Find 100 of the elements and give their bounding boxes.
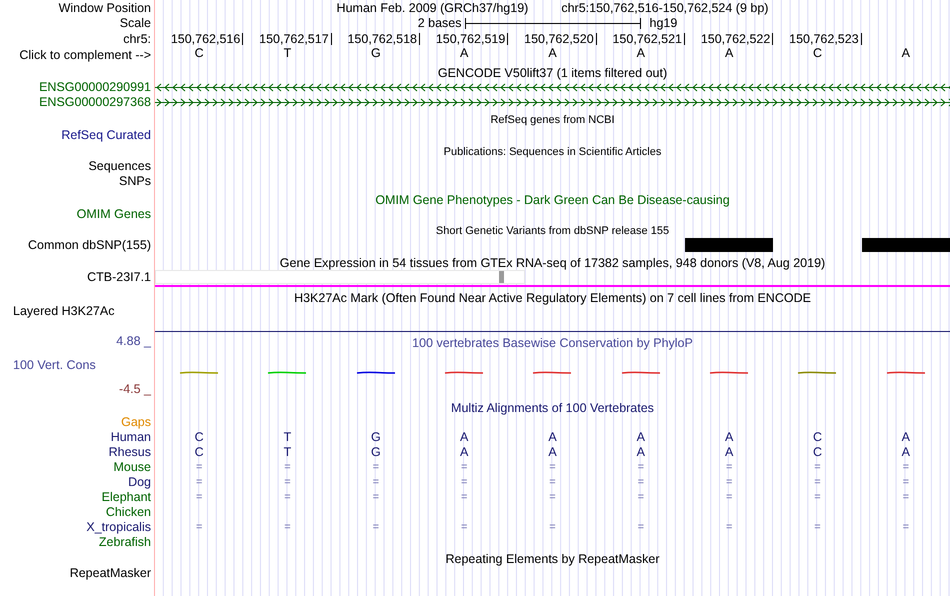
match-mark: = bbox=[284, 462, 291, 473]
match-mark: = bbox=[638, 522, 644, 533]
match-mark: = bbox=[372, 492, 380, 503]
match-mark: = bbox=[902, 522, 910, 533]
match-mark: = bbox=[196, 477, 202, 488]
track-label[interactable]: Common dbSNP(155) bbox=[28, 239, 151, 252]
conservation-wiggle-icon bbox=[444, 371, 484, 375]
track-title: H3K27Ac Mark (Often Found Near Active Regulatory Elements) on 7 cell lines from ENCODE bbox=[294, 292, 811, 304]
base-letter[interactable]: A bbox=[548, 47, 557, 60]
track-label[interactable]: Sequences bbox=[88, 160, 151, 173]
track-title: 100 vertebrates Basewise Conservation by PhyloP bbox=[412, 336, 693, 349]
assembly-title: Human Feb. 2009 (GRCh37/hg19) bbox=[336, 2, 528, 14]
track-label[interactable]: Zebrafish bbox=[98, 536, 151, 549]
match-mark: = bbox=[638, 462, 644, 473]
track-label[interactable]: ENSG00000290991 bbox=[39, 81, 151, 94]
match-mark: = bbox=[549, 492, 556, 503]
match-mark: = bbox=[196, 492, 202, 503]
ruler-position: 150,762,518 bbox=[347, 32, 417, 46]
expression-mark bbox=[499, 271, 504, 283]
variant-bar[interactable] bbox=[685, 238, 774, 252]
tick-mark bbox=[684, 33, 685, 45]
track-label[interactable]: X_tropicalis bbox=[86, 521, 151, 534]
track-label[interactable]: Click to complement --> bbox=[19, 49, 151, 62]
tick-mark bbox=[330, 33, 332, 45]
match-mark: = bbox=[726, 477, 732, 488]
base-letter: A bbox=[902, 431, 910, 444]
ruler-position: 150,762,522 bbox=[700, 32, 770, 46]
base-letter: A bbox=[902, 446, 910, 459]
base-letter: T bbox=[284, 431, 292, 444]
base-letter[interactable]: G bbox=[370, 47, 381, 60]
track-label[interactable]: Elephant bbox=[102, 491, 151, 504]
match-mark: = bbox=[638, 477, 644, 488]
track-label[interactable]: RepeatMasker bbox=[70, 567, 151, 580]
conservation-wiggle-icon bbox=[797, 371, 838, 375]
match-mark: = bbox=[460, 492, 468, 503]
track-label[interactable]: ENSG00000297368 bbox=[39, 96, 151, 109]
base-letter: A bbox=[636, 446, 645, 459]
base-letter[interactable]: A bbox=[724, 47, 734, 60]
track-label[interactable]: Rhesus bbox=[108, 446, 151, 459]
ruler-position: 150,762,517 bbox=[259, 32, 329, 46]
ruler-position: 150,762,523 bbox=[789, 32, 859, 46]
track-title: RefSeq genes from NCBI bbox=[490, 115, 615, 126]
track-title: Multiz Alignments of 100 Vertebrates bbox=[451, 402, 654, 414]
base-letter: A bbox=[460, 431, 468, 444]
track-label[interactable]: Layered H3K27Ac bbox=[13, 305, 114, 318]
base-letter[interactable]: A bbox=[636, 47, 645, 60]
conservation-wiggle-icon bbox=[620, 371, 661, 375]
match-mark: = bbox=[726, 492, 732, 503]
track-label[interactable]: -4.5 _ bbox=[119, 383, 151, 396]
base-letter[interactable]: A bbox=[460, 47, 468, 60]
match-mark: = bbox=[902, 462, 910, 473]
base-letter: G bbox=[370, 446, 381, 459]
expression-bar[interactable] bbox=[155, 270, 525, 284]
track-label[interactable]: OMIM Genes bbox=[76, 208, 151, 221]
match-mark: = bbox=[726, 522, 732, 533]
track-label[interactable]: CTB-23I7.1 bbox=[87, 271, 151, 284]
base-letter[interactable]: C bbox=[194, 47, 204, 60]
match-mark: = bbox=[284, 492, 291, 503]
base-letter[interactable]: T bbox=[284, 47, 292, 60]
base-letter: T bbox=[284, 446, 292, 459]
base-letter: A bbox=[548, 446, 557, 459]
track-label[interactable]: 4.88 _ bbox=[116, 334, 151, 348]
track-label[interactable]: Human bbox=[110, 431, 151, 444]
track-label[interactable]: 100 Vert. Cons bbox=[13, 358, 96, 372]
conservation-wiggle-icon bbox=[886, 371, 926, 375]
match-mark: = bbox=[372, 462, 380, 473]
match-mark: = bbox=[814, 522, 821, 533]
track-label[interactable]: Window Position bbox=[58, 2, 151, 14]
base-letter: C bbox=[812, 446, 822, 459]
track-title: OMIM Gene Phenotypes - Dark Green Can Be Disease-causing bbox=[375, 194, 730, 206]
match-mark: = bbox=[196, 522, 202, 533]
track-label[interactable]: Mouse bbox=[113, 461, 151, 474]
base-letter: A bbox=[548, 431, 557, 444]
tick-mark bbox=[772, 33, 774, 45]
base-letter[interactable]: C bbox=[812, 47, 822, 60]
base-letter: A bbox=[460, 446, 468, 459]
track-label[interactable]: SNPs bbox=[119, 175, 151, 188]
match-mark: = bbox=[814, 462, 821, 473]
track-label[interactable]: chr5: bbox=[123, 32, 151, 46]
track-label[interactable]: Scale bbox=[120, 17, 151, 30]
match-mark: = bbox=[814, 477, 821, 488]
tick-mark bbox=[507, 33, 508, 45]
track-label[interactable]: RefSeq Curated bbox=[61, 128, 151, 142]
scale-span-label: 2 bases bbox=[416, 17, 462, 30]
base-letter: G bbox=[370, 431, 381, 444]
position-title: chr5:150,762,516-150,762,524 (9 bp) bbox=[561, 2, 768, 14]
base-letter: C bbox=[194, 446, 204, 459]
track-label[interactable]: Chicken bbox=[106, 506, 151, 519]
tick-mark bbox=[596, 33, 597, 45]
tick-mark bbox=[419, 33, 420, 45]
ruler-position: 150,762,520 bbox=[524, 32, 594, 46]
variant-bar[interactable] bbox=[862, 238, 950, 252]
track-label[interactable]: Dog bbox=[128, 476, 151, 489]
base-letter[interactable]: A bbox=[902, 47, 910, 60]
match-mark: = bbox=[460, 522, 468, 533]
tick-mark bbox=[860, 33, 862, 45]
match-mark: = bbox=[726, 462, 732, 473]
conservation-wiggle-icon bbox=[179, 371, 220, 375]
base-letter: C bbox=[812, 431, 822, 444]
match-mark: = bbox=[372, 477, 380, 488]
